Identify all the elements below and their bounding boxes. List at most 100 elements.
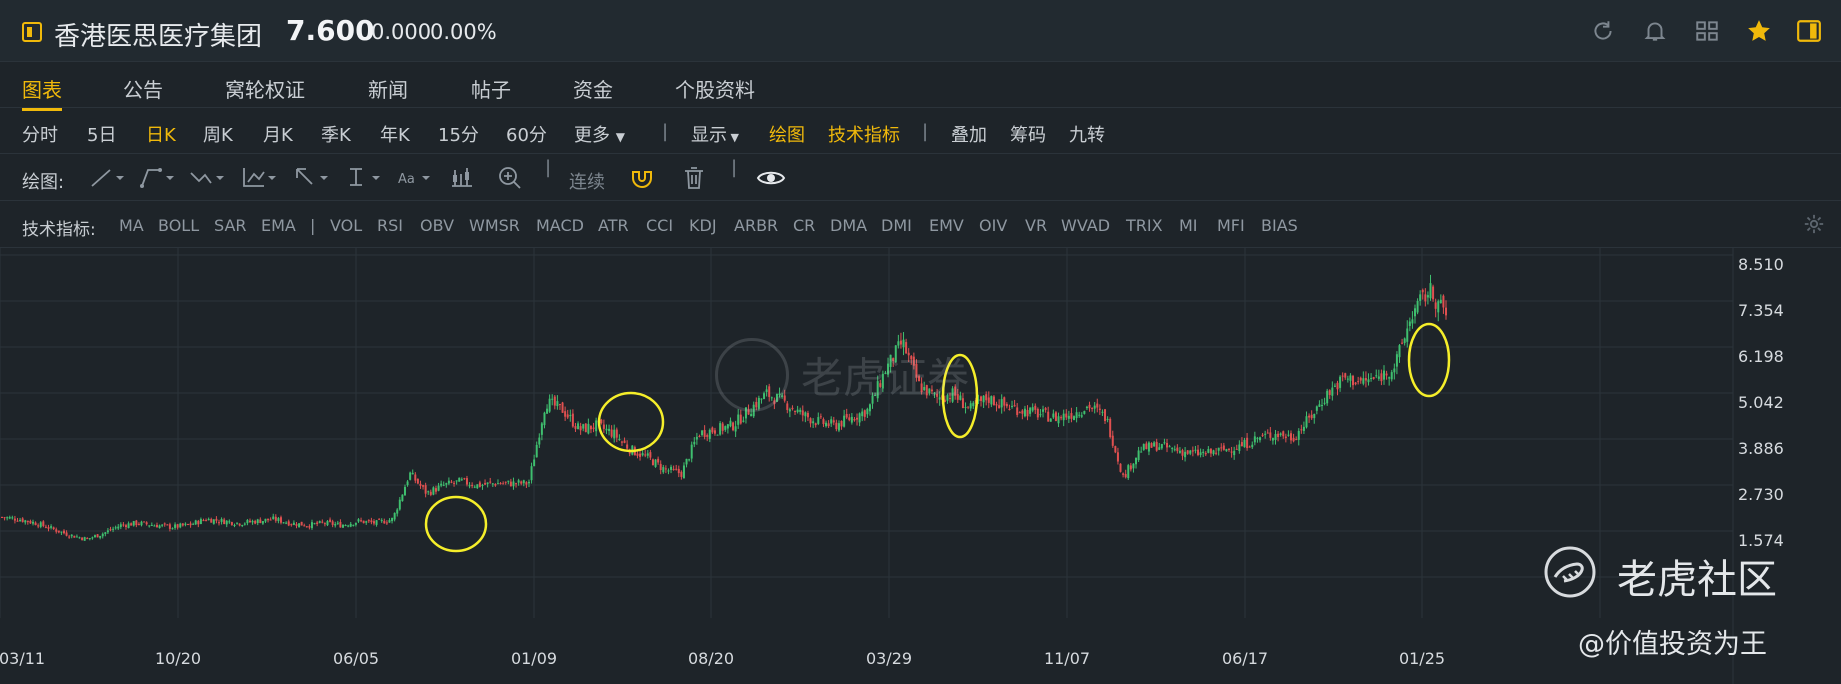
indicator-label: 技术指标: bbox=[22, 220, 96, 240]
indicator-wvad[interactable]: WVAD bbox=[1061, 216, 1110, 235]
candle-body bbox=[1230, 451, 1233, 453]
period-daily[interactable]: 日K bbox=[146, 121, 176, 147]
indicator-cci[interactable]: CCI bbox=[646, 216, 673, 235]
period-15min[interactable]: 15分 bbox=[438, 121, 479, 147]
tab-profile[interactable]: 个股资料 bbox=[675, 74, 755, 103]
candle-body bbox=[372, 521, 375, 524]
grid-icon[interactable] bbox=[1694, 18, 1720, 44]
indicator-dmi[interactable]: DMI bbox=[881, 216, 912, 235]
indicator-emv[interactable]: EMV bbox=[929, 216, 964, 235]
nine-turn-button[interactable]: 九转 bbox=[1069, 121, 1105, 147]
chips-button[interactable]: 筹码 bbox=[1010, 121, 1046, 147]
candle-body bbox=[349, 523, 352, 527]
wave-tool-icon[interactable] bbox=[188, 164, 228, 192]
tab-chart[interactable]: 图表 bbox=[22, 74, 62, 111]
display-dropdown[interactable]: 显示 ▼ bbox=[691, 121, 739, 147]
candle-body bbox=[1163, 442, 1166, 444]
indicator-vr[interactable]: VR bbox=[1025, 216, 1047, 235]
overlay-button[interactable]: 叠加 bbox=[951, 121, 987, 147]
indicator-atr[interactable]: ATR bbox=[598, 216, 629, 235]
line-tool-icon[interactable] bbox=[88, 164, 128, 192]
measure-tool-icon[interactable] bbox=[344, 164, 384, 192]
tab-funds[interactable]: 资金 bbox=[573, 74, 613, 103]
indicator-cr[interactable]: CR bbox=[793, 216, 815, 235]
arrow-tool-icon[interactable] bbox=[292, 164, 332, 192]
indicator-dma[interactable]: DMA bbox=[830, 216, 867, 235]
indicator-arbr[interactable]: ARBR bbox=[734, 216, 778, 235]
candle-body bbox=[556, 401, 559, 407]
candle-body bbox=[990, 396, 993, 405]
indicator-ema[interactable]: EMA bbox=[261, 216, 296, 235]
candle-body bbox=[1116, 452, 1119, 462]
indicator-sar[interactable]: SAR bbox=[214, 216, 247, 235]
candle-body bbox=[1150, 443, 1153, 448]
eye-icon[interactable] bbox=[756, 164, 786, 192]
candle-tool-icon[interactable] bbox=[448, 164, 478, 192]
chart-canvas[interactable]: 8.5107.3546.1985.0423.8862.7301.574 03/1… bbox=[0, 248, 1841, 684]
candle-body bbox=[1153, 442, 1156, 447]
candle-body bbox=[1421, 289, 1424, 293]
indicator-wmsr[interactable]: WMSR bbox=[469, 216, 520, 235]
settings-gear-icon[interactable] bbox=[1803, 213, 1825, 239]
tab-posts[interactable]: 帖子 bbox=[471, 74, 511, 103]
candle-body bbox=[845, 414, 848, 418]
tab-warrants[interactable]: 窝轮权证 bbox=[225, 74, 305, 103]
candle-body bbox=[527, 481, 530, 484]
tab-news[interactable]: 新闻 bbox=[368, 74, 408, 103]
candle-body bbox=[1359, 377, 1362, 381]
candle-body bbox=[135, 520, 138, 526]
period-monthly[interactable]: 月K bbox=[263, 121, 293, 147]
panel-icon[interactable] bbox=[1796, 18, 1822, 44]
continuous-toggle[interactable]: 连续 bbox=[569, 168, 605, 194]
indicator-obv[interactable]: OBV bbox=[420, 216, 454, 235]
indicator-trix[interactable]: TRIX bbox=[1126, 216, 1163, 235]
period-weekly[interactable]: 周K bbox=[203, 121, 233, 147]
candle-body bbox=[453, 482, 456, 484]
candle-body bbox=[1246, 437, 1249, 449]
indicator-mi[interactable]: MI bbox=[1179, 216, 1198, 235]
indicator-ma[interactable]: MA bbox=[119, 216, 144, 235]
indicator-oiv[interactable]: OIV bbox=[979, 216, 1007, 235]
candle-body bbox=[1380, 373, 1383, 382]
text-tool-icon[interactable]: Aa bbox=[396, 164, 436, 192]
candle-body bbox=[158, 525, 161, 529]
indicator-bias[interactable]: BIAS bbox=[1261, 216, 1298, 235]
period-intraday[interactable]: 分时 bbox=[22, 121, 58, 147]
indicator-vol[interactable]: VOL bbox=[330, 216, 362, 235]
draw-toggle[interactable]: 绘图 bbox=[769, 121, 805, 147]
candle-body bbox=[225, 520, 228, 525]
fib-tool-icon[interactable] bbox=[240, 164, 280, 192]
indicator-kdj[interactable]: KDJ bbox=[689, 216, 717, 235]
channel-tool-icon[interactable] bbox=[138, 164, 178, 192]
indicator-macd[interactable]: MACD bbox=[536, 216, 584, 235]
magnet-icon[interactable] bbox=[628, 164, 656, 192]
candle-body bbox=[814, 423, 817, 426]
period-quarterly[interactable]: 季K bbox=[321, 121, 351, 147]
indicator-rsi[interactable]: RSI bbox=[377, 216, 403, 235]
trash-icon[interactable] bbox=[680, 164, 708, 192]
bell-icon[interactable] bbox=[1642, 18, 1668, 44]
more-label: 更多 bbox=[574, 125, 610, 146]
zoom-icon[interactable] bbox=[496, 164, 526, 192]
candle-body bbox=[1067, 415, 1070, 419]
more-dropdown[interactable]: 更多 ▼ bbox=[574, 121, 625, 147]
x-tick-label: 10/20 bbox=[155, 649, 201, 668]
candle-body bbox=[114, 527, 117, 529]
indicator-mfi[interactable]: MFI bbox=[1217, 216, 1245, 235]
candle-body bbox=[1, 516, 3, 518]
tab-announcements[interactable]: 公告 bbox=[123, 74, 163, 103]
candle-body bbox=[73, 535, 76, 538]
candle-body bbox=[238, 523, 241, 526]
star-icon[interactable] bbox=[1746, 18, 1772, 44]
candle-body bbox=[680, 471, 683, 477]
candle-body bbox=[553, 396, 556, 406]
candle-body bbox=[391, 517, 394, 522]
refresh-icon[interactable] bbox=[1590, 18, 1616, 44]
period-60min[interactable]: 60分 bbox=[506, 121, 547, 147]
tech-indicator-toggle[interactable]: 技术指标 bbox=[828, 121, 900, 147]
candlestick-chart[interactable]: 8.510 7.354 6.198 5.042 3.886 2.730 1.574 03/1… bbox=[0, 248, 1841, 684]
period-5day[interactable]: 5日 bbox=[87, 121, 116, 147]
period-yearly[interactable]: 年K bbox=[380, 121, 410, 147]
indicator-boll[interactable]: BOLL bbox=[158, 216, 199, 235]
candle-body bbox=[26, 520, 29, 523]
